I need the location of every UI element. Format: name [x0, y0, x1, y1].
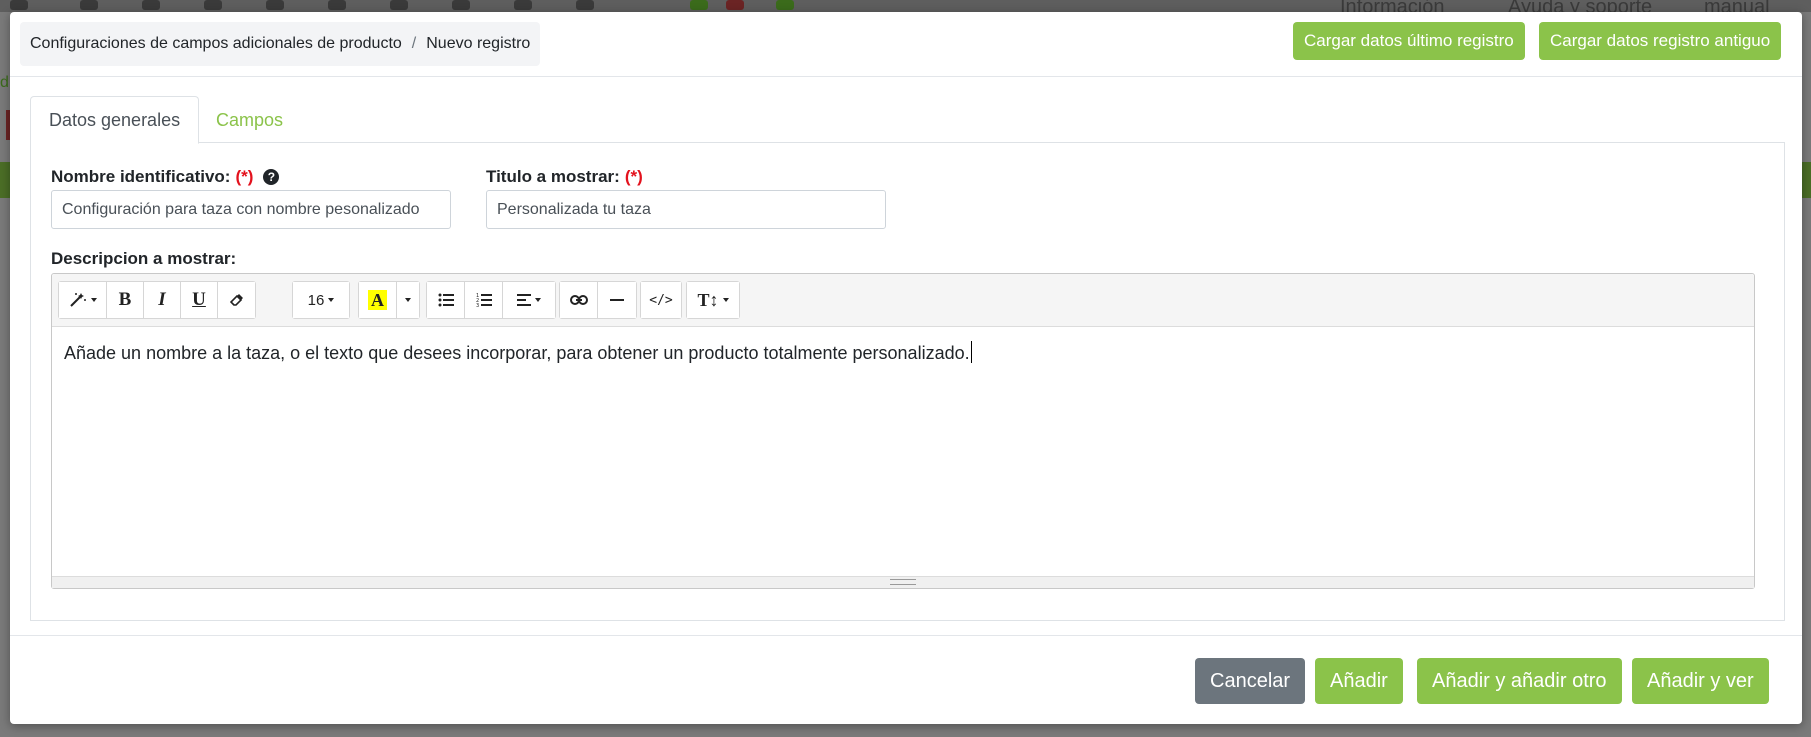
breadcrumb-separator: /	[411, 35, 417, 52]
background-green-bar-right	[1801, 162, 1811, 198]
align-icon[interactable]	[503, 282, 555, 318]
tab-fields[interactable]: Campos	[198, 96, 301, 144]
resize-grip-icon[interactable]	[890, 579, 916, 585]
eraser-icon[interactable]	[218, 282, 255, 318]
nombre-input[interactable]	[51, 190, 451, 229]
text-cursor	[970, 341, 972, 363]
font-size-value: 16	[307, 291, 325, 309]
add-button[interactable]: Añadir	[1315, 658, 1403, 704]
plus-icon	[776, 0, 794, 10]
paragraph-group: 123	[426, 281, 556, 319]
magic-icon[interactable]	[59, 282, 107, 318]
bag-icon	[452, 0, 470, 10]
italic-icon[interactable]: I	[144, 282, 181, 318]
line-height-group: T↕	[686, 281, 740, 319]
cancel-button[interactable]: Cancelar	[1195, 658, 1306, 704]
ordered-list-icon[interactable]: 123	[465, 282, 503, 318]
required-marker: (*)	[235, 167, 254, 186]
box-icon	[142, 0, 160, 10]
tab-bar: Datos generales Campos	[30, 96, 1785, 144]
code-view-icon[interactable]: </>	[641, 282, 681, 318]
font-size-group: 16	[292, 281, 350, 319]
background-top-bar: Información Ayuda y soporte manual	[0, 0, 1811, 18]
editor-text: Añade un nombre a la taza, o el texto qu…	[64, 343, 970, 363]
add-and-view-button[interactable]: Añadir y ver	[1632, 658, 1769, 704]
descripcion-label: Descripcion a mostrar:	[51, 249, 237, 268]
nombre-label: Nombre identificativo: (*) ?	[51, 167, 280, 187]
load-last-record-button[interactable]: Cargar datos último registro	[1293, 22, 1525, 60]
breadcrumb-item-new: Nuevo registro	[426, 35, 531, 52]
highlight-color-icon[interactable]: A	[359, 282, 397, 318]
new-record-modal: Configuraciones de campos adicionales de…	[10, 12, 1802, 724]
breadcrumb: Configuraciones de campos adicionales de…	[20, 22, 541, 66]
shop-icon	[726, 0, 744, 10]
link-icon[interactable]	[560, 282, 598, 318]
settings-icon	[576, 0, 594, 10]
modal-header: Configuraciones de campos adicionales de…	[10, 12, 1802, 77]
file-icon	[204, 0, 222, 10]
editor-content[interactable]: Añade un nombre a la taza, o el texto qu…	[52, 327, 1754, 578]
lock-icon	[514, 0, 532, 10]
titulo-label: Titulo a mostrar: (*)	[486, 167, 643, 187]
tab-general-data[interactable]: Datos generales	[30, 96, 200, 144]
required-marker: (*)	[624, 167, 643, 186]
calendar-icon	[10, 0, 28, 10]
users-icon	[328, 0, 346, 10]
editor-toolbar: B I U 16 A 123 </> T↕	[52, 274, 1754, 327]
editor-statusbar	[52, 576, 1754, 588]
line-height-icon[interactable]: T↕	[687, 282, 739, 318]
question-circle-icon[interactable]: ?	[263, 169, 280, 185]
education-icon	[266, 0, 284, 10]
nombre-label-text: Nombre identificativo:	[51, 167, 231, 186]
bold-icon[interactable]: B	[107, 282, 144, 318]
modal-footer-divider	[10, 635, 1802, 636]
unordered-list-icon[interactable]	[427, 282, 465, 318]
font-size-icon[interactable]: 16	[293, 282, 349, 318]
sitemap-icon	[690, 0, 708, 10]
rich-text-editor: B I U 16 A 123 </> T↕ Añade un nombre a …	[51, 273, 1755, 589]
insert-group	[559, 281, 637, 319]
background-green-bar-left	[0, 162, 10, 198]
add-another-button[interactable]: Añadir y añadir otro	[1417, 658, 1622, 704]
titulo-label-text: Titulo a mostrar:	[486, 167, 620, 186]
underline-icon[interactable]: U	[181, 282, 218, 318]
color-group: A	[358, 281, 420, 319]
breadcrumb-item-config[interactable]: Configuraciones de campos adicionales de…	[30, 35, 402, 53]
shield-icon	[390, 0, 408, 10]
horizontal-rule-icon[interactable]	[598, 282, 636, 318]
view-group: </>	[640, 281, 682, 319]
load-old-record-button[interactable]: Cargar datos registro antiguo	[1539, 22, 1782, 60]
svg-text:3: 3	[476, 303, 479, 307]
cart-icon	[80, 0, 98, 10]
style-group: B I U	[58, 281, 256, 319]
background-text-fragment: d	[0, 74, 9, 91]
color-dropdown-icon[interactable]	[397, 282, 419, 318]
titulo-input[interactable]	[486, 190, 886, 229]
